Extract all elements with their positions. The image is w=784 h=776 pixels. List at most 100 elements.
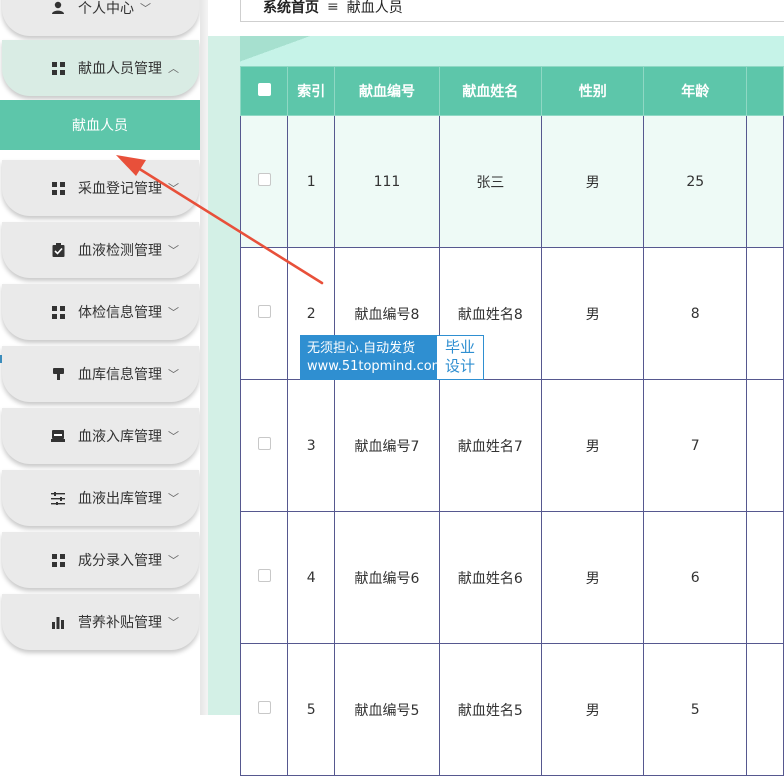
table-cell: 献血姓名7 — [438, 379, 543, 512]
header-select-all[interactable] — [239, 66, 289, 116]
table-cell: 献血姓名6 — [438, 511, 543, 644]
column-header[interactable]: 索引 — [287, 66, 336, 116]
chevron-down-icon: ﹀ — [168, 554, 179, 567]
grid-icon — [50, 60, 66, 76]
table-cell: 献血编号5 — [334, 643, 440, 776]
chevron-down-icon: ﹀ — [168, 430, 179, 443]
table-row[interactable]: 1 111 张三 男 25 — [239, 115, 784, 248]
sidebar-item-label: 血液检测管理 — [78, 243, 162, 259]
table-cell: 献血编号7 — [334, 379, 440, 512]
content-left-strip — [208, 36, 240, 715]
row-checkbox[interactable] — [257, 569, 271, 582]
chevron-up-icon: ︿ — [168, 62, 179, 75]
column-header[interactable]: 年龄 — [643, 66, 748, 116]
sidebar-item-blood-inbound[interactable]: 血液入库管理 ﹀ — [2, 408, 199, 464]
sidebar-edge-marker — [0, 355, 2, 363]
table-cell: 男 — [541, 247, 645, 380]
table-cell: 6 — [643, 511, 748, 644]
sidebar-item-label: 营养补贴管理 — [78, 615, 162, 631]
table-cell: 男 — [541, 379, 645, 512]
table-cell: 1 — [287, 115, 336, 248]
watermark-text: 无须担心.自动发货 www.51topmind.com — [301, 336, 445, 379]
table-cell-overflow — [746, 115, 784, 248]
sidebar: 个人中心 ﹀ 献血人员管理 ︿ 献血人员 采血登记管理 ﹀ 血液检测管理 ﹀ 体… — [0, 0, 208, 715]
table-row[interactable]: 5 献血编号5 献血姓名5 男 5 — [239, 643, 784, 776]
table-cell: 献血编号6 — [334, 511, 440, 644]
chevron-down-icon: ﹀ — [168, 244, 179, 257]
table-cell: 7 — [643, 379, 748, 512]
sidebar-item-blood-testing[interactable]: 血液检测管理 ﹀ — [2, 222, 199, 278]
sidebar-item-label: 血库信息管理 — [78, 367, 162, 383]
row-checkbox-cell — [239, 247, 289, 380]
column-header[interactable]: 献血编号 — [334, 66, 440, 116]
chevron-down-icon: ﹀ — [168, 368, 179, 381]
table-cell: 3 — [287, 379, 336, 512]
sidebar-item-component-entry[interactable]: 成分录入管理 ﹀ — [2, 532, 199, 588]
sidebar-item-label: 成分录入管理 — [78, 553, 162, 569]
chevron-down-icon: ﹀ — [168, 492, 179, 505]
sidebar-divider — [200, 0, 208, 715]
sidebar-item-label: 体检信息管理 — [78, 305, 162, 321]
table-cell: 8 — [643, 247, 748, 380]
column-header-overflow — [746, 66, 784, 116]
sidebar-item-blood-bank[interactable]: 血库信息管理 ﹀ — [2, 346, 199, 402]
table-cell-overflow — [746, 643, 784, 776]
row-checkbox-cell — [239, 115, 289, 248]
table-cell: 献血姓名5 — [438, 643, 543, 776]
breadcrumb-separator-icon: ≡ — [327, 0, 339, 15]
grid-icon — [50, 180, 66, 196]
table-cell: 25 — [643, 115, 748, 248]
sidebar-item-label: 血液入库管理 — [78, 429, 162, 445]
row-checkbox-cell — [239, 379, 289, 512]
table-cell: 男 — [541, 115, 645, 248]
table-header-row: 索引 献血编号 献血姓名 性别 年龄 — [239, 66, 784, 116]
chevron-down-icon: ﹀ — [168, 616, 179, 629]
grid-icon — [50, 304, 66, 320]
sidebar-item-donor-management[interactable]: 献血人员管理 ︿ — [2, 40, 199, 96]
sidebar-item-personal-center[interactable]: 个人中心 ﹀ — [2, 0, 199, 36]
row-checkbox-cell — [239, 643, 289, 776]
table-row[interactable]: 3 献血编号7 献血姓名7 男 7 — [239, 379, 784, 512]
breadcrumb: 系统首页 ≡ 献血人员 — [240, 0, 784, 22]
watermark-line1: 无须担心.自动发货 — [307, 341, 416, 356]
table-cell-overflow — [746, 379, 784, 512]
watermark-tag2: 设计 — [444, 357, 475, 375]
table-cell-overflow — [746, 247, 784, 380]
select-all-checkbox[interactable] — [257, 82, 271, 96]
sidebar-item-label: 个人中心 — [78, 1, 134, 17]
watermark-badge: 无须担心.自动发货 www.51topmind.com 毕业 设计 — [300, 335, 484, 380]
table-row[interactable]: 4 献血编号6 献血姓名6 男 6 — [239, 511, 784, 644]
table-cell: 111 — [334, 115, 440, 248]
sidebar-item-nutrition-subsidy[interactable]: 营养补贴管理 ﹀ — [2, 594, 199, 650]
row-checkbox[interactable] — [257, 437, 271, 450]
submenu-item-label: 献血人员 — [72, 118, 128, 134]
watermark-tag1: 毕业 — [444, 338, 475, 356]
row-checkbox[interactable] — [257, 305, 271, 318]
sidebar-item-blood-outbound[interactable]: 血液出库管理 ﹀ — [2, 470, 199, 526]
column-header[interactable]: 献血姓名 — [438, 66, 543, 116]
chevron-down-icon: ﹀ — [168, 182, 179, 195]
breadcrumb-home[interactable]: 系统首页 — [263, 0, 319, 17]
breadcrumb-current: 献血人员 — [346, 0, 403, 16]
sidebar-item-label: 采血登记管理 — [78, 181, 162, 197]
user-icon — [50, 0, 66, 16]
table-cell: 5 — [643, 643, 748, 776]
watermark-line2: www.51topmind.com — [307, 359, 445, 374]
row-checkbox-cell — [239, 511, 289, 644]
row-checkbox[interactable] — [257, 701, 271, 714]
column-header[interactable]: 性别 — [541, 66, 645, 116]
donor-table: 索引 献血编号 献血姓名 性别 年龄 1 111 张三 男 25 2 献血编号8… — [239, 66, 784, 776]
stamp-icon — [50, 366, 66, 382]
submenu-item-donors[interactable]: 献血人员 — [0, 100, 200, 150]
table-cell: 男 — [541, 511, 645, 644]
table-cell: 男 — [541, 643, 645, 776]
bar-chart-icon — [50, 614, 66, 630]
row-checkbox[interactable] — [257, 173, 271, 186]
table-cell: 张三 — [438, 115, 543, 248]
sidebar-item-blood-collection[interactable]: 采血登记管理 ﹀ — [2, 160, 199, 216]
clipboard-icon — [50, 242, 66, 258]
chevron-down-icon: ﹀ — [140, 2, 151, 15]
grid-icon — [50, 552, 66, 568]
sidebar-item-physical-exam[interactable]: 体检信息管理 ﹀ — [2, 284, 199, 340]
table-cell: 4 — [287, 511, 336, 644]
